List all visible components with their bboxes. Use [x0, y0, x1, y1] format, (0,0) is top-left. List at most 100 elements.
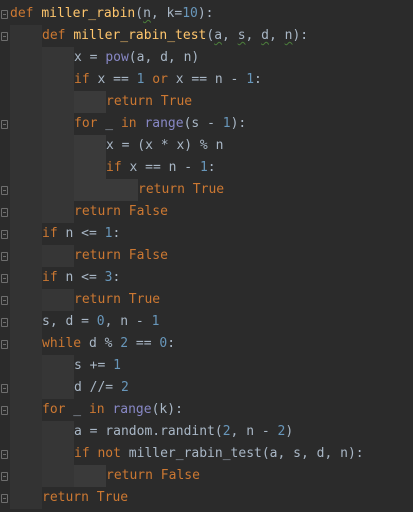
code-token: ):	[292, 28, 309, 43]
code-line-content: for _ in range(k):	[10, 402, 183, 417]
code-token: x =	[74, 50, 106, 65]
code-token: )	[285, 424, 294, 439]
code-token: d //=	[74, 380, 121, 395]
code-token: s, d =	[42, 314, 97, 329]
code-token: range	[112, 402, 152, 417]
fold-toggle-icon[interactable]	[1, 472, 8, 481]
fold-toggle-icon[interactable]	[1, 318, 8, 327]
code-line-content: def miller_rabin(n, k=10):	[10, 6, 214, 21]
fold-toggle-icon[interactable]	[1, 296, 8, 305]
code-token: x ==	[89, 72, 137, 87]
code-token: return	[106, 468, 153, 483]
code-area[interactable]: def miller_rabin(n, k=10): def miller_rab…	[10, 3, 413, 509]
code-line[interactable]: while d % 2 == 0:	[10, 333, 413, 355]
fold-toggle-icon[interactable]	[1, 384, 8, 393]
fold-toggle-icon[interactable]	[1, 208, 8, 217]
fold-toggle-icon[interactable]	[1, 340, 8, 349]
code-line[interactable]: if x == n - 1:	[10, 157, 413, 179]
code-line[interactable]: a = random.randint(2, n - 2)	[10, 421, 413, 443]
code-token: return	[74, 204, 121, 219]
code-token: for	[42, 402, 66, 417]
fold-toggle-icon[interactable]	[1, 230, 8, 239]
code-token: s	[237, 28, 246, 43]
code-token: miller_rabin_test	[73, 28, 207, 43]
code-line[interactable]: x = (x * x) % n	[10, 135, 413, 157]
fold-toggle-icon[interactable]	[1, 32, 8, 41]
code-token: ,	[245, 28, 262, 43]
code-token: ):	[197, 6, 214, 21]
code-line[interactable]: s += 1	[10, 355, 413, 377]
fold-toggle-icon[interactable]	[1, 494, 8, 503]
code-token: 10	[182, 6, 198, 21]
code-line[interactable]: if n <= 3:	[10, 267, 413, 289]
code-token: 1	[113, 358, 121, 373]
code-line[interactable]: def miller_rabin_test(a, s, d, n):	[10, 25, 413, 47]
code-editor[interactable]: def miller_rabin(n, k=10): def miller_rab…	[0, 0, 413, 512]
code-line[interactable]: for _ in range(k):	[10, 399, 413, 421]
code-token: in	[88, 402, 105, 417]
code-token: miller_rabin_test(a, s, d, n):	[120, 446, 364, 461]
code-line[interactable]: d //= 2	[10, 377, 413, 399]
code-token: ):	[230, 116, 247, 131]
code-line-content: a = random.randint(2, n - 2)	[10, 424, 293, 439]
code-line-content: if n <= 1:	[10, 226, 120, 241]
code-line[interactable]: def miller_rabin(n, k=10):	[10, 3, 413, 25]
code-line[interactable]: return True	[10, 289, 413, 311]
code-token: :	[254, 72, 262, 87]
code-token: :	[167, 336, 176, 351]
code-line[interactable]: return True	[10, 487, 413, 509]
code-token: True	[128, 292, 161, 307]
fold-toggle-icon[interactable]	[1, 274, 8, 283]
fold-toggle-icon[interactable]	[1, 10, 8, 19]
code-token: if	[74, 446, 90, 461]
code-line-content: if x == 1 or x == n - 1:	[10, 72, 262, 87]
code-line-content: return False	[10, 248, 168, 263]
fold-toggle-icon[interactable]	[1, 252, 8, 261]
code-token: 2	[120, 336, 129, 351]
code-line[interactable]: return True	[10, 91, 413, 113]
code-token: def	[42, 28, 66, 43]
code-token: not	[97, 446, 121, 461]
code-token: :	[207, 160, 216, 175]
code-token: (	[135, 6, 144, 21]
code-line-content: x = (x * x) % n	[10, 138, 223, 153]
code-line[interactable]: return False	[10, 201, 413, 223]
code-line[interactable]: return False	[10, 465, 413, 487]
code-token: while	[42, 336, 82, 351]
code-line[interactable]: return False	[10, 245, 413, 267]
code-line-content: d //= 2	[10, 380, 129, 395]
code-line-content: return False	[10, 204, 168, 219]
code-token: if	[42, 270, 58, 285]
code-token: if	[42, 226, 58, 241]
code-token: (k):	[151, 402, 183, 417]
code-token: n	[143, 6, 151, 21]
code-line[interactable]: return True	[10, 179, 413, 201]
code-token: , n -	[104, 314, 152, 329]
fold-toggle-icon[interactable]	[1, 120, 8, 129]
code-token: False	[128, 248, 168, 263]
fold-gutter	[0, 0, 10, 512]
code-line[interactable]: for _ in range(s - 1):	[10, 113, 413, 135]
code-line[interactable]: if n <= 1:	[10, 223, 413, 245]
code-line[interactable]: s, d = 0, n - 1	[10, 311, 413, 333]
code-token: miller_rabin	[41, 6, 136, 21]
code-token: _	[97, 116, 121, 131]
code-token: pow	[105, 50, 129, 65]
code-token: return	[138, 182, 185, 197]
code-token: or	[152, 72, 168, 87]
code-token: ,	[222, 28, 238, 43]
code-line[interactable]: x = pow(a, d, n)	[10, 47, 413, 69]
code-line-content: if n <= 3:	[10, 270, 120, 285]
code-token: :	[112, 226, 121, 241]
code-token: d %	[81, 336, 121, 351]
code-token: 2	[222, 424, 231, 439]
code-line[interactable]: if x == 1 or x == n - 1:	[10, 69, 413, 91]
code-line[interactable]: if not miller_rabin_test(a, s, d, n):	[10, 443, 413, 465]
fold-toggle-icon[interactable]	[1, 406, 8, 415]
fold-toggle-icon[interactable]	[1, 450, 8, 459]
code-token: 2	[120, 380, 129, 395]
fold-toggle-icon[interactable]	[1, 186, 8, 195]
code-token: False	[160, 468, 200, 483]
